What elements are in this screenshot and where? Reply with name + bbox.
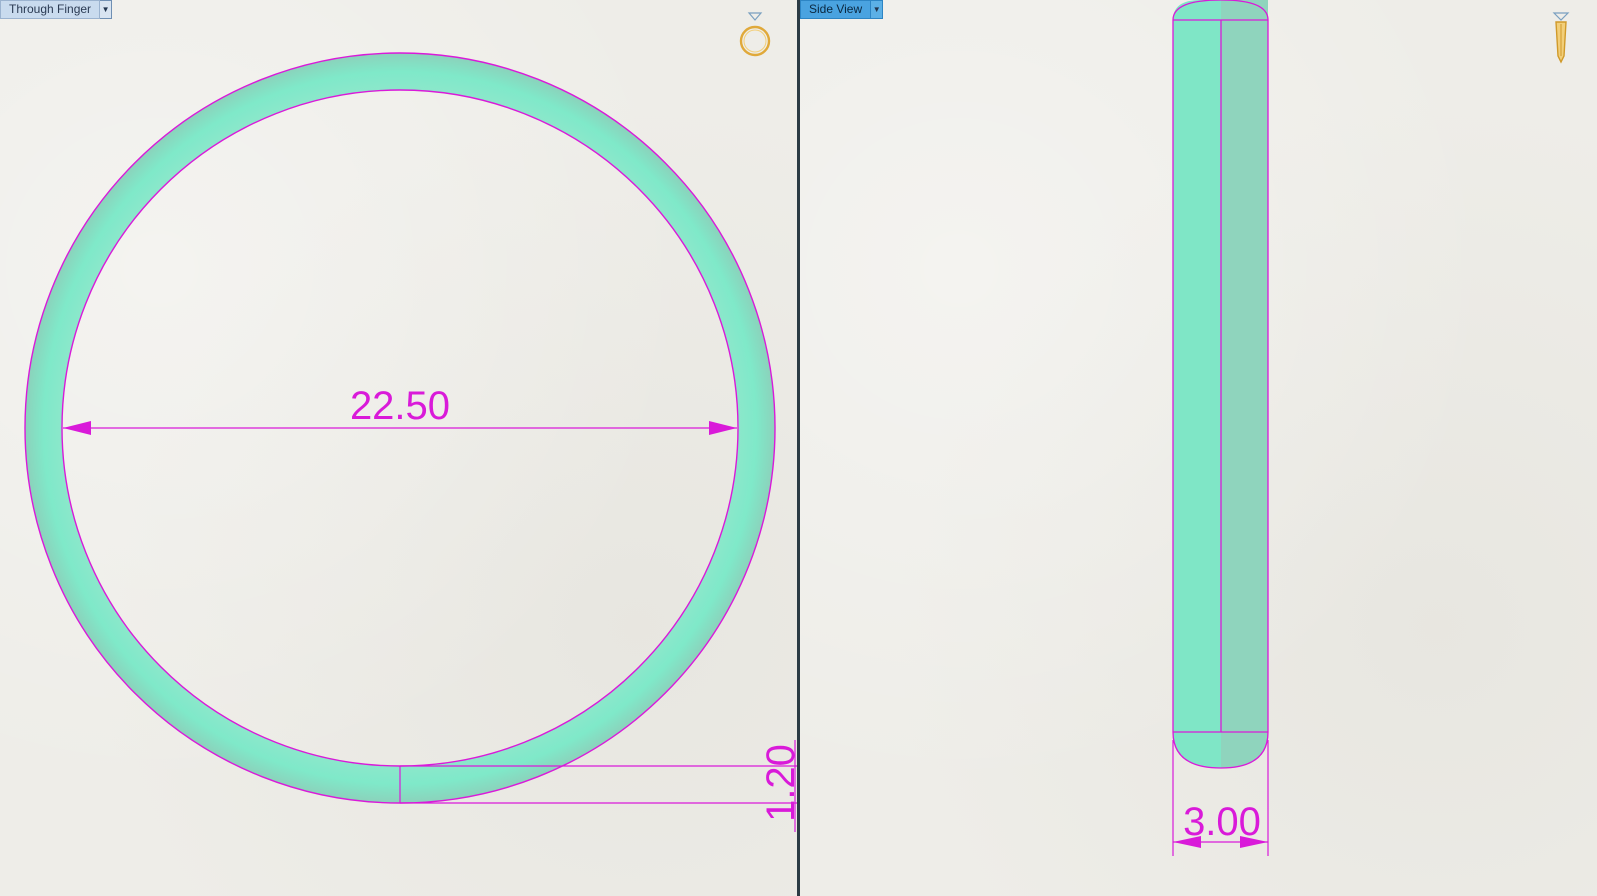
ring-side-drawing: 3.00 [1172, 0, 1269, 856]
viewport-through-finger[interactable]: Through Finger ▼ 22.50 1.20 [0, 0, 797, 896]
diameter-dimension[interactable]: 22.50 [63, 384, 737, 435]
ring-side-band[interactable] [1172, 0, 1269, 769]
viewport-side-view[interactable]: Side View ▼ 3.00 [800, 0, 1597, 896]
width-value: 3.00 [1183, 800, 1261, 844]
thickness-value: 1.20 [759, 744, 797, 822]
diameter-value: 22.50 [350, 384, 450, 428]
ring-top-drawing: 22.50 1.20 [24, 52, 797, 832]
